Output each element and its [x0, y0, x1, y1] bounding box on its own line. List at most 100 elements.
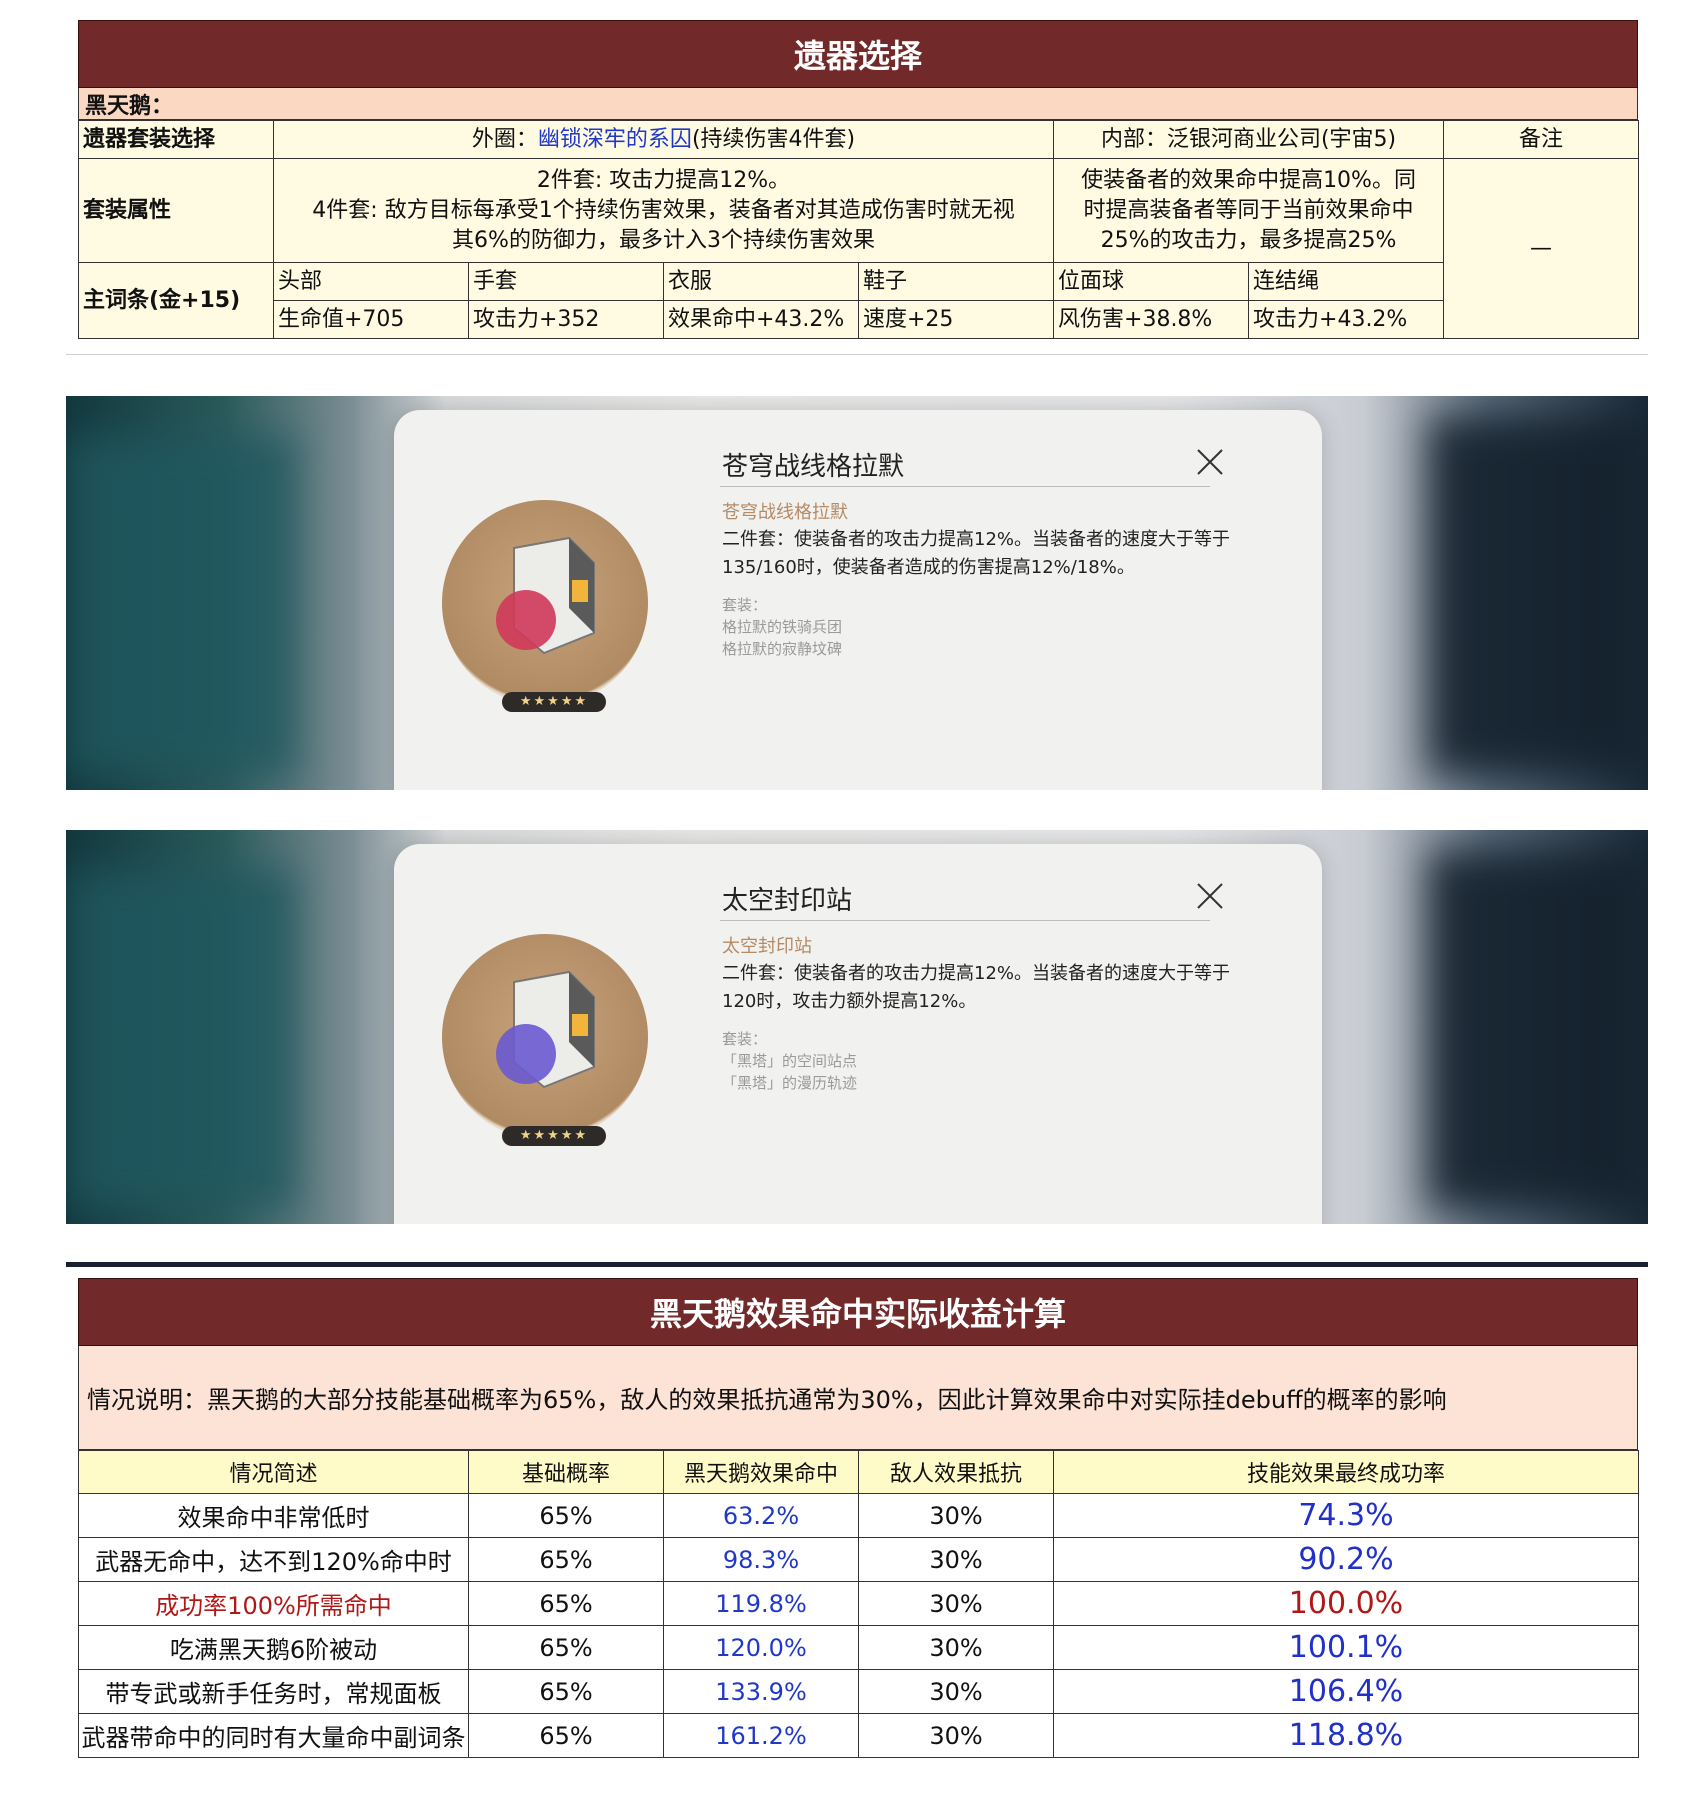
planar-ornament-icon	[496, 536, 595, 655]
section-divider	[66, 1262, 1648, 1267]
set-choice-label: 遗器套装选择	[78, 120, 274, 159]
outer-set-effect: 2件套: 攻击力提高12%。 4件套: 敌方目标每承受1个持续伤害效果，装备者对…	[272, 158, 1055, 263]
slot-name: 衣服	[663, 262, 859, 301]
slot-name: 连结绳	[1248, 262, 1445, 301]
card-description: 二件套：使装备者的攻击力提高12%。当装备者的速度大于等于 120时，攻击力额外…	[722, 960, 1282, 1016]
calc-table: 黑天鹅效果命中实际收益计算 情况说明：黑天鹅的大部分技能基础概率为65%，敌人的…	[78, 1278, 1639, 1758]
row-res: 30%	[858, 1669, 1054, 1714]
card-title: 太空封印站	[722, 886, 853, 916]
artifact-card: ★★★★★ 苍穹战线格拉默 苍穹战线格拉默 二件套：使装备者的攻击力提高12%。…	[394, 410, 1322, 790]
slot-name: 手套	[468, 262, 664, 301]
header-desc: 情况简述	[78, 1450, 469, 1494]
row-base: 65%	[468, 1713, 664, 1758]
planar-ornament-icon	[496, 970, 595, 1089]
header-res: 敌人效果抵抗	[858, 1450, 1054, 1494]
slot-stat: 风伤害+38.8%	[1053, 300, 1250, 339]
row-final: 106.4%	[1053, 1669, 1639, 1714]
outer-prefix: 外圈：	[471, 126, 538, 152]
row-base: 65%	[468, 1493, 664, 1538]
card-set-item: 「黑塔」的空间站点	[722, 1052, 858, 1070]
card-subtitle: 苍穹战线格拉默	[722, 502, 848, 523]
relic-table-title: 遗器选择	[78, 20, 1638, 88]
slot-name: 头部	[273, 262, 469, 301]
row-res: 30%	[858, 1581, 1054, 1626]
calc-header-row: 情况简述 基础概率 黑天鹅效果命中 敌人效果抵抗 技能效果最终成功率	[78, 1450, 1639, 1494]
remarks-header: 备注	[1443, 120, 1640, 159]
outer-effect-line2: 4件套: 敌方目标每承受1个持续伤害效果，装备者对其造成伤害时就无视	[312, 197, 1015, 223]
calc-table-title: 黑天鹅效果命中实际收益计算	[78, 1278, 1638, 1346]
row-final: 100.1%	[1053, 1625, 1639, 1670]
card-desc-line1: 二件套：使装备者的攻击力提高12%。当装备者的速度大于等于	[722, 529, 1231, 550]
inner-set-cell: 内部：泛银河商业公司(宇宙5)	[1053, 120, 1445, 159]
card-set-label: 套装：	[722, 596, 768, 614]
row-hit: 120.0%	[663, 1625, 859, 1670]
row-hit: 98.3%	[663, 1537, 859, 1582]
rarity-stars: ★★★★★	[502, 692, 606, 712]
header-final: 技能效果最终成功率	[1053, 1450, 1639, 1494]
artifact-icon	[442, 934, 648, 1140]
row-res: 30%	[858, 1625, 1054, 1670]
remarks-value: —	[1443, 158, 1640, 339]
card-set-label: 套装：	[722, 1030, 768, 1048]
relic-table: 遗器选择 黑天鹅： 遗器套装选择 外圈：幽锁深牢的系囚(持续伤害4件套) 内部：…	[78, 20, 1640, 339]
table-row: 武器无命中，达不到120%命中时 65% 98.3% 30% 90.2%	[78, 1537, 1639, 1582]
slot-name: 鞋子	[857, 262, 1055, 301]
row-final: 74.3%	[1053, 1493, 1639, 1538]
artifact-screenshot: ★★★★★ 苍穹战线格拉默 苍穹战线格拉默 二件套：使装备者的攻击力提高12%。…	[66, 396, 1648, 790]
row-final: 100.0%	[1053, 1581, 1639, 1626]
row-desc: 吃满黑天鹅6阶被动	[78, 1625, 469, 1670]
character-name: 黑天鹅：	[78, 88, 1638, 120]
card-set-item: 「黑塔」的漫历轨迹	[722, 1074, 858, 1092]
inner-effect-line2: 时提高装备者等同于当前效果命中	[1083, 197, 1414, 223]
row-final: 118.8%	[1053, 1713, 1639, 1758]
card-desc-line1: 二件套：使装备者的攻击力提高12%。当装备者的速度大于等于	[722, 963, 1231, 984]
table-row: 成功率100%所需命中 65% 119.8% 30% 100.0%	[78, 1581, 1639, 1626]
calc-grid: 情况简述 基础概率 黑天鹅效果命中 敌人效果抵抗 技能效果最终成功率 效果命中非…	[78, 1450, 1639, 1758]
row-hit: 133.9%	[663, 1669, 859, 1714]
main-stat-label: 主词条(金+15)	[78, 262, 274, 339]
outer-set-link[interactable]: 幽锁深牢的系囚	[538, 127, 692, 152]
row-desc: 武器无命中，达不到120%命中时	[78, 1537, 469, 1582]
card-set-item: 格拉默的铁骑兵团	[722, 618, 843, 636]
close-icon[interactable]	[1194, 880, 1226, 912]
outer-set-cell: 外圈：幽锁深牢的系囚(持续伤害4件套)	[272, 120, 1055, 159]
card-desc-line2: 120时，攻击力额外提高12%。	[722, 991, 977, 1012]
row-desc: 武器带命中的同时有大量命中副词条	[78, 1713, 469, 1758]
outer-suffix: (持续伤害4件套)	[691, 126, 856, 152]
close-icon[interactable]	[1194, 446, 1226, 478]
artifact-card: ★★★★★ 太空封印站 太空封印站 二件套：使装备者的攻击力提高12%。当装备者…	[394, 844, 1322, 1224]
slot-stat: 速度+25	[857, 300, 1055, 339]
table-row: 武器带命中的同时有大量命中副词条 65% 161.2% 30% 118.8%	[78, 1713, 1639, 1758]
card-set-item: 格拉默的寂静坟碑	[722, 640, 843, 658]
relic-grid: 遗器套装选择 外圈：幽锁深牢的系囚(持续伤害4件套) 内部：泛银河商业公司(宇宙…	[78, 120, 1640, 339]
inner-effect-line3: 25%的攻击力，最多提高25%	[1100, 227, 1397, 253]
table-row: 效果命中非常低时 65% 63.2% 30% 74.3%	[78, 1493, 1639, 1538]
row-res: 30%	[858, 1493, 1054, 1538]
row-base: 65%	[468, 1669, 664, 1714]
row-base: 65%	[468, 1625, 664, 1670]
rarity-stars: ★★★★★	[502, 1126, 606, 1146]
outer-effect-line3: 其6%的防御力，最多计入3个持续伤害效果	[452, 227, 875, 253]
card-desc-line2: 135/160时，使装备者造成的伤害提高12%/18%。	[722, 557, 1135, 578]
row-base: 65%	[468, 1581, 664, 1626]
header-hit: 黑天鹅效果命中	[663, 1450, 859, 1494]
slot-stat: 生命值+705	[273, 300, 469, 339]
slot-name: 位面球	[1053, 262, 1250, 301]
calc-table-note: 情况说明：黑天鹅的大部分技能基础概率为65%，敌人的效果抵抗通常为30%，因此计…	[78, 1346, 1638, 1450]
row-hit: 119.8%	[663, 1581, 859, 1626]
table-row: 吃满黑天鹅6阶被动 65% 120.0% 30% 100.1%	[78, 1625, 1639, 1670]
artifact-icon	[442, 500, 648, 706]
slot-stat: 攻击力+352	[468, 300, 664, 339]
outer-effect-line1: 2件套: 攻击力提高12%。	[536, 167, 791, 193]
row-hit: 161.2%	[663, 1713, 859, 1758]
card-set-list: 套装： 格拉默的铁骑兵团 格拉默的寂静坟碑	[722, 594, 842, 660]
set-attr-label: 套装属性	[78, 158, 274, 263]
card-set-list: 套装： 「黑塔」的空间站点 「黑塔」的漫历轨迹	[722, 1028, 857, 1094]
header-base: 基础概率	[468, 1450, 664, 1494]
artifact-screenshot: ★★★★★ 太空封印站 太空封印站 二件套：使装备者的攻击力提高12%。当装备者…	[66, 830, 1648, 1224]
row-res: 30%	[858, 1537, 1054, 1582]
slot-stat: 攻击力+43.2%	[1248, 300, 1445, 339]
section-divider	[66, 354, 1648, 355]
table-row: 带专武或新手任务时，常规面板 65% 133.9% 30% 106.4%	[78, 1669, 1639, 1714]
inner-set-effect: 使装备者的效果命中提高10%。同 时提高装备者等同于当前效果命中 25%的攻击力…	[1053, 158, 1445, 263]
